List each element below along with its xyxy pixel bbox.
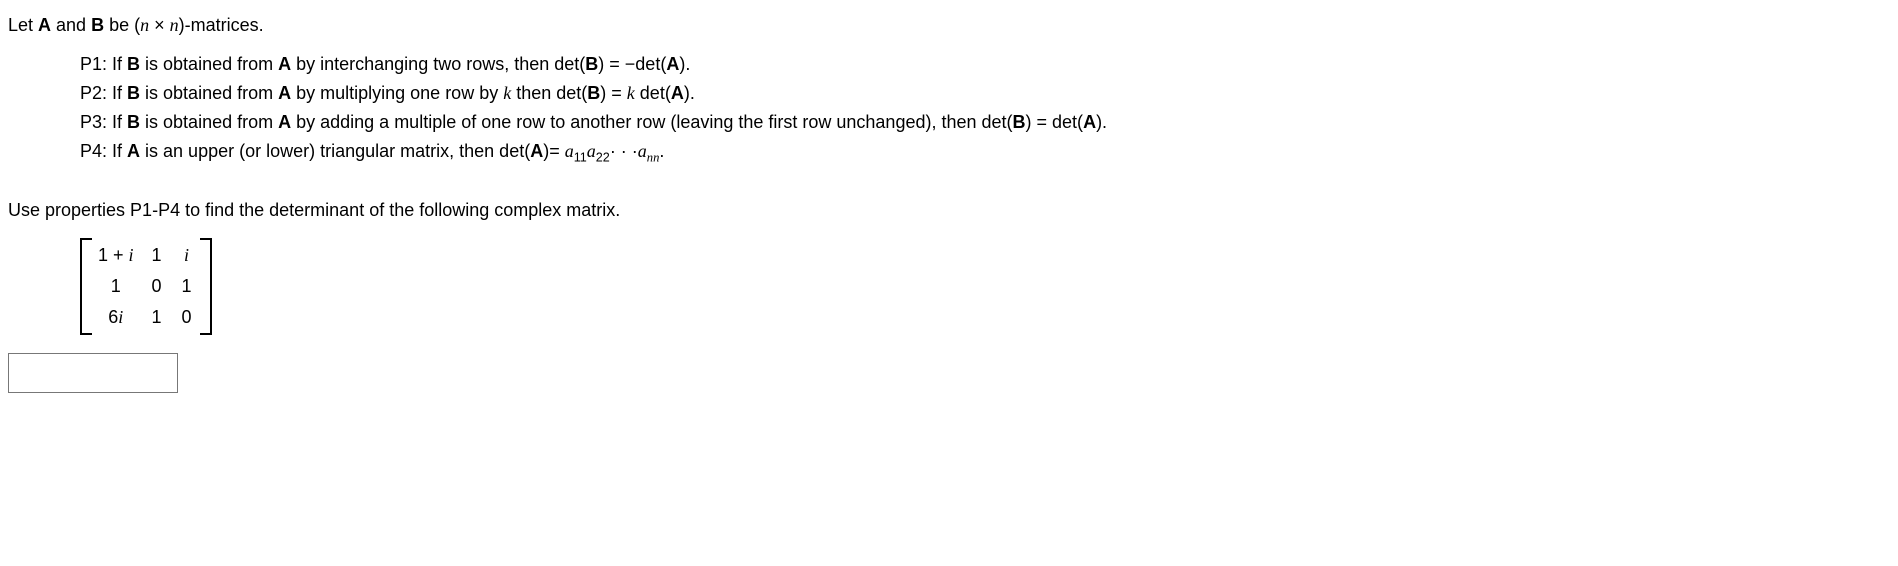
text: is obtained from — [140, 83, 278, 103]
property-p2: P2: If B is obtained from A by multiplyi… — [80, 80, 1890, 107]
var-a: a — [638, 141, 647, 161]
matrix-cell: i — [180, 242, 194, 269]
symbol-A: A — [1083, 112, 1096, 132]
symbol-B: B — [1013, 112, 1026, 132]
text: ). — [1096, 112, 1107, 132]
symbol-A: A — [278, 83, 291, 103]
symbol-B: B — [127, 54, 140, 74]
text: P1: If — [80, 54, 127, 74]
symbol-B: B — [91, 15, 104, 35]
property-p3: P3: If B is obtained from A by adding a … — [80, 109, 1890, 136]
text: ) = det( — [1026, 112, 1084, 132]
text: ) = −det( — [598, 54, 666, 74]
text: 1 + — [98, 245, 129, 265]
text: ) = — [600, 83, 627, 103]
text: Let — [8, 15, 38, 35]
text: P2: If — [80, 83, 127, 103]
symbol-A: A — [127, 141, 140, 161]
symbol-B: B — [127, 83, 140, 103]
matrix: 1 + i 1 i 1 0 1 6i 1 0 — [8, 238, 212, 335]
bracket-left-icon — [80, 238, 92, 335]
symbol-A: A — [671, 83, 684, 103]
text: by multiplying one row by — [291, 83, 503, 103]
var-k: k — [627, 83, 635, 103]
matrix-cell: 1 — [150, 304, 164, 331]
matrix-cell: 1 — [150, 242, 164, 269]
bracket-right-icon — [200, 238, 212, 335]
answer-input[interactable] — [8, 353, 178, 393]
var-a: a — [565, 141, 574, 161]
matrix-cell: 6i — [98, 304, 134, 331]
property-p4: P4: If A is an upper (or lower) triangul… — [80, 138, 1890, 167]
properties-list: P1: If B is obtained from A by interchan… — [8, 51, 1890, 167]
var-i: i — [184, 245, 189, 265]
text: then det( — [511, 83, 587, 103]
subscript: nn — [647, 151, 660, 165]
symbol-A: A — [666, 54, 679, 74]
symbol-A: A — [38, 15, 51, 35]
var-n: n — [170, 15, 179, 35]
text: 6 — [108, 307, 118, 327]
text: is obtained from — [140, 112, 278, 132]
text: P3: If — [80, 112, 127, 132]
text: )= — [543, 141, 565, 161]
matrix-cell: 1 — [180, 273, 194, 300]
var-i: i — [118, 307, 123, 327]
text: × — [149, 15, 170, 35]
matrix-cell: 1 + i — [98, 242, 134, 269]
matrix-grid: 1 + i 1 i 1 0 1 6i 1 0 — [92, 238, 200, 335]
symbol-A: A — [278, 112, 291, 132]
dots: · · · — [610, 141, 638, 161]
matrix-cell: 0 — [180, 304, 194, 331]
symbol-A: A — [278, 54, 291, 74]
var-i: i — [129, 245, 134, 265]
text: is an upper (or lower) triangular matrix… — [140, 141, 530, 161]
matrix-cell: 0 — [150, 273, 164, 300]
text: )-matrices. — [179, 15, 264, 35]
subscript: 22 — [596, 151, 610, 165]
text: is obtained from — [140, 54, 278, 74]
var-a: a — [587, 141, 596, 161]
question-text: Use properties P1-P4 to find the determi… — [8, 197, 1890, 224]
matrix-cell: 1 — [98, 273, 134, 300]
symbol-B: B — [585, 54, 598, 74]
symbol-B: B — [127, 112, 140, 132]
property-p1: P1: If B is obtained from A by interchan… — [80, 51, 1890, 78]
text: by interchanging two rows, then det( — [291, 54, 585, 74]
symbol-B: B — [587, 83, 600, 103]
text: det( — [635, 83, 671, 103]
text: ). — [679, 54, 690, 74]
text: . — [659, 141, 664, 161]
text: and — [51, 15, 91, 35]
text: by adding a multiple of one row to anoth… — [291, 112, 1012, 132]
text: be ( — [104, 15, 140, 35]
var-n: n — [140, 15, 149, 35]
intro-text: Let A and B be (n × n)-matrices. — [8, 12, 1890, 39]
text: ). — [684, 83, 695, 103]
symbol-A: A — [530, 141, 543, 161]
subscript: 11 — [574, 151, 587, 165]
text: P4: If — [80, 141, 127, 161]
